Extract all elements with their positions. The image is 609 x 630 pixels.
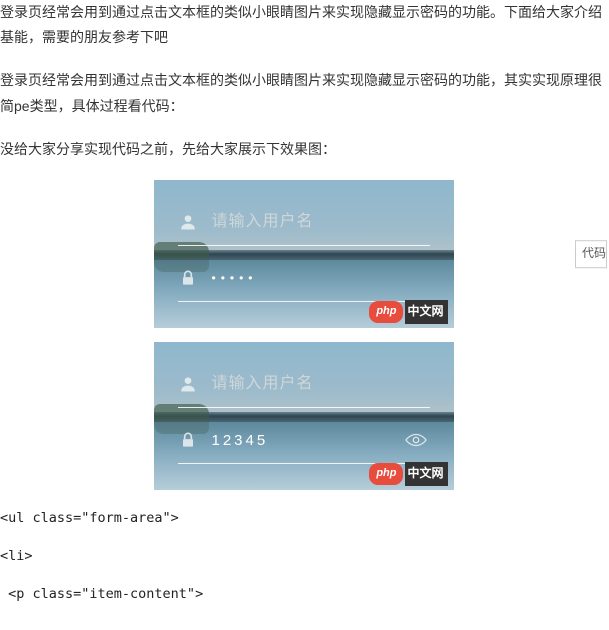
username-row: 请输入用户名 [178,200,430,246]
code-snippet: <ul class="form-area"> <li> <p class="it… [0,508,607,605]
user-icon [178,374,212,394]
lock-icon [178,430,212,450]
code-line: <p class="item-content"> [0,584,607,604]
username-placeholder: 请输入用户名 [212,208,430,237]
demo-screenshot-2: 请输入用户名 12345 php 中文网 [0,342,607,490]
code-line: <li> [0,546,607,566]
password-row: 12345 [178,418,430,464]
username-placeholder: 请输入用户名 [212,370,430,399]
watermark: php 中文网 [369,300,447,324]
article-preview-label: 没给大家分享实现代码之前，先给大家展示下效果图： [0,137,607,162]
demo-screenshot-1: 请输入用户名 ••••• php 中文网 代码 [0,180,607,328]
watermark-brand: 中文网 [405,300,447,324]
watermark-brand: 中文网 [405,462,447,486]
password-plain-value: 12345 [212,427,402,454]
article-description: 登录页经常会用到通过点击文本框的类似小眼睛图片来实现隐藏显示密码的功能，其实实现… [0,68,607,118]
code-line: <ul class="form-area"> [0,508,607,528]
watermark-pill: php [369,301,403,323]
eye-icon [402,432,430,448]
password-row: ••••• [178,256,430,302]
watermark-pill: php [369,463,403,485]
password-masked-value: ••••• [212,268,430,290]
username-row: 请输入用户名 [178,362,430,408]
code-copy-button[interactable]: 代码 [575,240,607,268]
lock-icon [178,268,212,288]
article-intro: 登录页经常会用到通过点击文本框的类似小眼睛图片来实现隐藏显示密码的功能。下面给大… [0,0,607,50]
watermark: php 中文网 [369,462,447,486]
user-icon [178,212,212,232]
